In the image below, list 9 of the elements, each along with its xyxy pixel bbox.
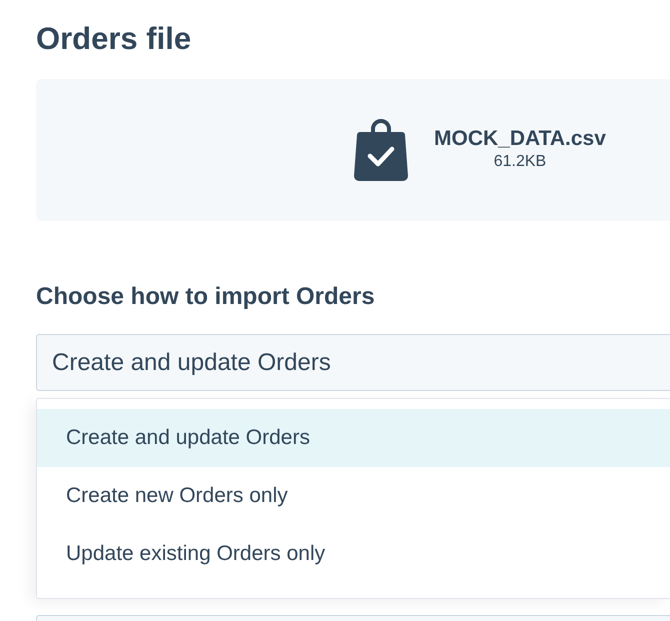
- import-mode-select[interactable]: Create and update Orders: [36, 334, 670, 391]
- dropdown-option[interactable]: Create and update Orders: [37, 409, 670, 467]
- dropdown-option[interactable]: Update existing Orders only: [37, 525, 670, 583]
- section-title: Orders file: [36, 21, 192, 57]
- file-size: 61.2KB: [494, 152, 546, 172]
- dropdown-option[interactable]: Create new Orders only: [37, 467, 670, 525]
- field-label: Choose how to import Orders: [36, 283, 375, 311]
- shopping-bag-check-icon: [354, 119, 408, 181]
- file-name: MOCK_DATA.csv: [434, 126, 606, 152]
